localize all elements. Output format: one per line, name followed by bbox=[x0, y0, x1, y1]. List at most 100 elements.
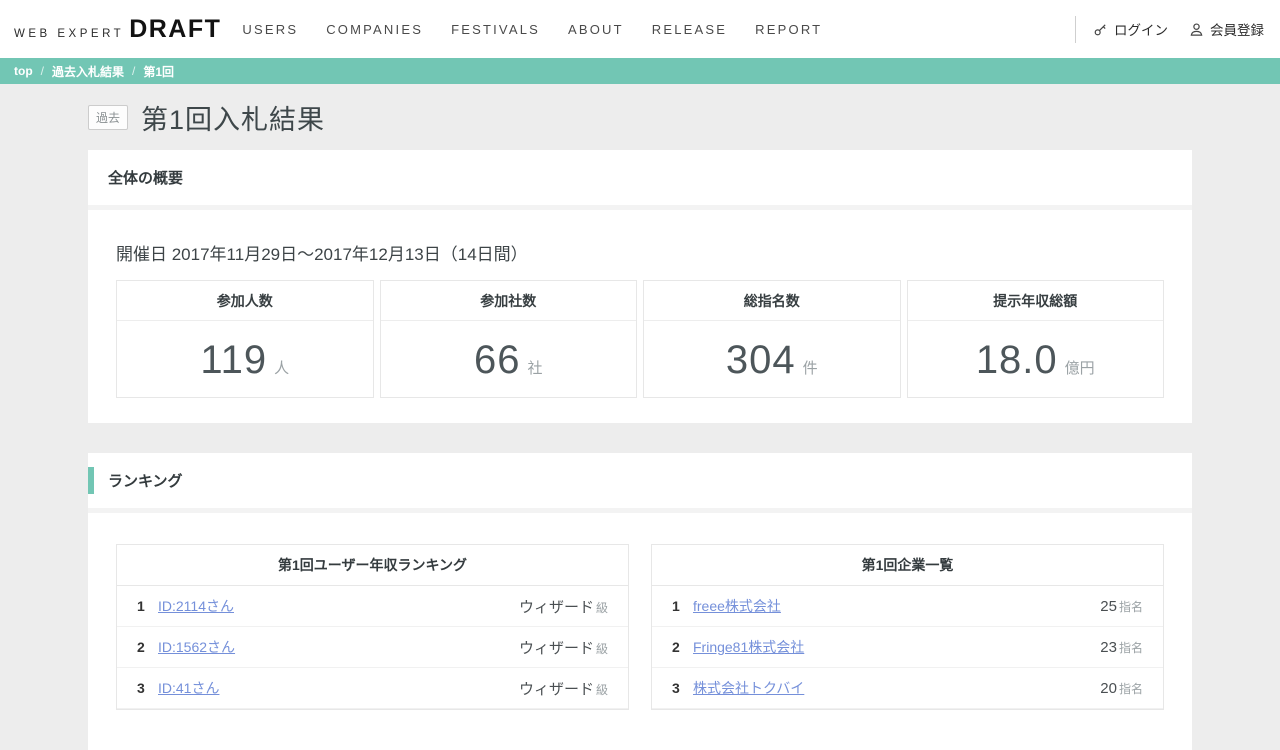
overview-section: 全体の概要 開催日 2017年11月29日～2017年12月13日（14日間） … bbox=[88, 150, 1192, 423]
rank-value: ウィザード bbox=[519, 637, 594, 658]
main-nav: USERS COMPANIES FESTIVALS ABOUT RELEASE … bbox=[242, 22, 822, 37]
stat-value-wrap: 304 件 bbox=[644, 321, 900, 397]
register-label: 会員登録 bbox=[1210, 19, 1264, 39]
rank-number: 1 bbox=[137, 598, 151, 614]
rank-unit: 指名 bbox=[1119, 639, 1143, 656]
stat-card-total-salary: 提示年収総額 18.0 億円 bbox=[907, 280, 1165, 398]
header-divider bbox=[1075, 16, 1076, 43]
ranking-section: ランキング 第1回ユーザー年収ランキング 1 ID:2114さん ウィザード 級… bbox=[88, 453, 1192, 750]
breadcrumb-current: 第1回 bbox=[143, 63, 174, 80]
breadcrumb-separator: / bbox=[132, 64, 135, 78]
ranking-section-header: ランキング bbox=[88, 453, 1192, 508]
rank-unit: 指名 bbox=[1119, 598, 1143, 615]
breadcrumb: top / 過去入札結果 / 第1回 bbox=[0, 58, 1280, 84]
stat-value: 18.0 bbox=[976, 338, 1058, 383]
title-row: 過去 第1回入札結果 bbox=[88, 84, 1192, 150]
page-title: 第1回入札結果 bbox=[141, 98, 325, 137]
rank-unit: 級 bbox=[596, 599, 608, 616]
rank-number: 3 bbox=[672, 680, 686, 696]
user-ranking-row: 3 ID:41さん ウィザード 級 bbox=[117, 668, 628, 709]
rank-value: 25 bbox=[1100, 598, 1117, 615]
rank-number: 1 bbox=[672, 598, 686, 614]
login-label: ログイン bbox=[1114, 19, 1168, 39]
overview-content: 開催日 2017年11月29日～2017年12月13日（14日間） 参加人数 1… bbox=[88, 210, 1192, 423]
main-content: 過去 第1回入札結果 全体の概要 開催日 2017年11月29日～2017年12… bbox=[0, 84, 1280, 750]
user-icon bbox=[1189, 22, 1204, 37]
accent-bar bbox=[88, 467, 94, 494]
past-badge: 過去 bbox=[88, 105, 128, 130]
rank-right: 25 指名 bbox=[1100, 598, 1143, 615]
login-link[interactable]: ログイン bbox=[1093, 19, 1168, 39]
company-list-row: 3 株式会社トクバイ 20 指名 bbox=[652, 668, 1163, 709]
user-ranking-title: 第1回ユーザー年収ランキング bbox=[117, 545, 628, 586]
stat-unit: 人 bbox=[274, 357, 289, 378]
stat-card-participants: 参加人数 119 人 bbox=[116, 280, 374, 398]
rank-right: 23 指名 bbox=[1100, 639, 1143, 656]
rank-right: ウィザード 級 bbox=[519, 596, 608, 617]
company-link[interactable]: freee株式会社 bbox=[693, 596, 781, 616]
stat-unit: 件 bbox=[803, 357, 818, 378]
stat-unit: 億円 bbox=[1065, 357, 1095, 378]
overview-section-title: 全体の概要 bbox=[108, 167, 183, 188]
rank-right: 20 指名 bbox=[1100, 680, 1143, 697]
user-link[interactable]: ID:41さん bbox=[158, 678, 219, 698]
site-header: WEB EXPERT DRAFT USERS COMPANIES FESTIVA… bbox=[0, 0, 1280, 58]
stat-value: 66 bbox=[474, 338, 521, 383]
nav-item-report[interactable]: REPORT bbox=[755, 22, 822, 37]
rank-right: ウィザード 級 bbox=[519, 637, 608, 658]
site-logo[interactable]: WEB EXPERT DRAFT bbox=[14, 15, 221, 44]
stat-unit: 社 bbox=[527, 357, 542, 378]
event-date: 開催日 2017年11月29日～2017年12月13日（14日間） bbox=[116, 240, 1164, 265]
header-actions: ログイン 会員登録 bbox=[1075, 16, 1264, 43]
user-ranking-row: 2 ID:1562さん ウィザード 級 bbox=[117, 627, 628, 668]
rank-unit: 級 bbox=[596, 681, 608, 698]
logo-name: DRAFT bbox=[129, 15, 221, 44]
rank-value: ウィザード bbox=[519, 678, 594, 699]
stat-card-companies: 参加社数 66 社 bbox=[380, 280, 638, 398]
nav-item-companies[interactable]: COMPANIES bbox=[326, 22, 423, 37]
stats-row: 参加人数 119 人 参加社数 66 社 総指名数 304 bbox=[116, 280, 1164, 398]
user-ranking-box: 第1回ユーザー年収ランキング 1 ID:2114さん ウィザード 級 2 ID:… bbox=[116, 544, 629, 710]
stat-label: 参加人数 bbox=[117, 281, 373, 321]
ranking-content: 第1回ユーザー年収ランキング 1 ID:2114さん ウィザード 級 2 ID:… bbox=[88, 513, 1192, 750]
company-list-row: 1 freee株式会社 25 指名 bbox=[652, 586, 1163, 627]
rank-value: 23 bbox=[1100, 639, 1117, 656]
stat-value-wrap: 66 社 bbox=[381, 321, 637, 397]
stat-value: 304 bbox=[726, 338, 796, 383]
ranking-section-title: ランキング bbox=[108, 470, 183, 491]
user-ranking-row: 1 ID:2114さん ウィザード 級 bbox=[117, 586, 628, 627]
rank-unit: 指名 bbox=[1119, 680, 1143, 697]
stat-label: 提示年収総額 bbox=[908, 281, 1164, 321]
user-link[interactable]: ID:2114さん bbox=[158, 596, 234, 616]
company-list-title: 第1回企業一覧 bbox=[652, 545, 1163, 586]
user-link[interactable]: ID:1562さん bbox=[158, 637, 235, 657]
stat-label: 総指名数 bbox=[644, 281, 900, 321]
register-link[interactable]: 会員登録 bbox=[1189, 19, 1264, 39]
rank-number: 2 bbox=[672, 639, 686, 655]
nav-item-about[interactable]: ABOUT bbox=[568, 22, 624, 37]
company-link[interactable]: 株式会社トクバイ bbox=[693, 678, 804, 698]
company-list-row: 2 Fringe81株式会社 23 指名 bbox=[652, 627, 1163, 668]
rank-value: ウィザード bbox=[519, 596, 594, 617]
rank-unit: 級 bbox=[596, 640, 608, 657]
rank-number: 3 bbox=[137, 680, 151, 696]
company-link[interactable]: Fringe81株式会社 bbox=[693, 637, 804, 657]
key-icon bbox=[1093, 22, 1108, 37]
stat-value: 119 bbox=[200, 338, 267, 383]
stat-card-nominations: 総指名数 304 件 bbox=[643, 280, 901, 398]
stat-value-wrap: 18.0 億円 bbox=[908, 321, 1164, 397]
stat-value-wrap: 119 人 bbox=[117, 321, 373, 397]
breadcrumb-top[interactable]: top bbox=[14, 64, 33, 78]
rank-number: 2 bbox=[137, 639, 151, 655]
nav-item-release[interactable]: RELEASE bbox=[652, 22, 727, 37]
overview-section-header: 全体の概要 bbox=[88, 150, 1192, 205]
company-list-box: 第1回企業一覧 1 freee株式会社 25 指名 2 Fringe81株式会社… bbox=[651, 544, 1164, 710]
stat-label: 参加社数 bbox=[381, 281, 637, 321]
rank-right: ウィザード 級 bbox=[519, 678, 608, 699]
logo-prefix: WEB EXPERT bbox=[14, 28, 124, 40]
nav-item-users[interactable]: USERS bbox=[242, 22, 298, 37]
rank-value: 20 bbox=[1100, 680, 1117, 697]
breadcrumb-separator: / bbox=[41, 64, 44, 78]
nav-item-festivals[interactable]: FESTIVALS bbox=[451, 22, 540, 37]
breadcrumb-past-results[interactable]: 過去入札結果 bbox=[52, 63, 124, 80]
